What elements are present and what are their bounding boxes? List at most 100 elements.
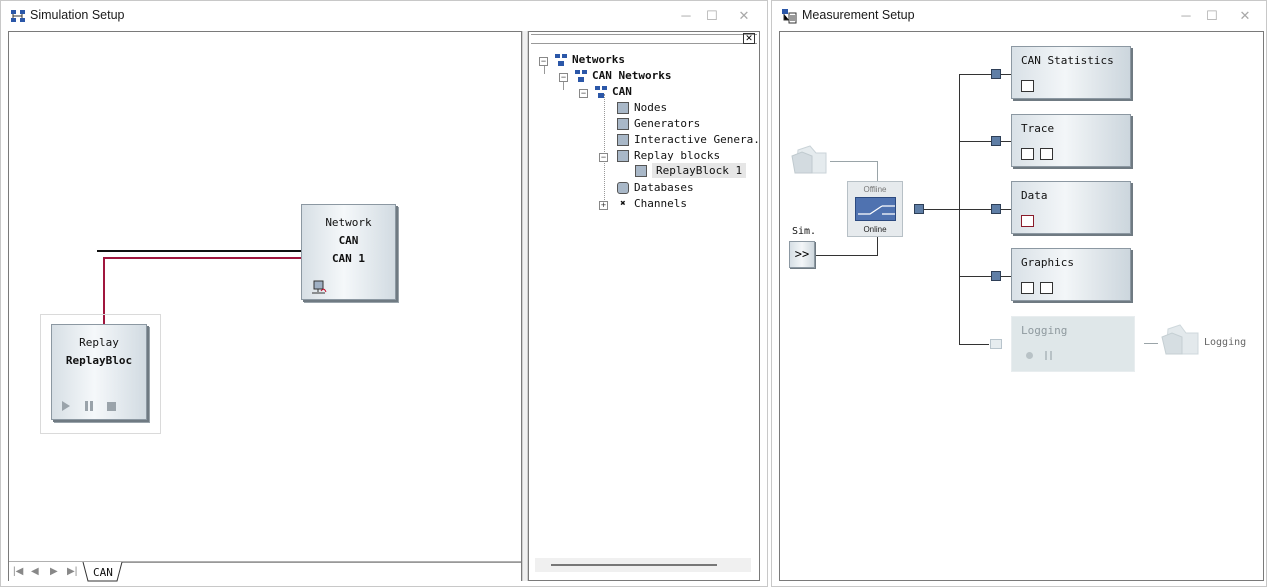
measurement-canvas[interactable]: CAN Statistics Trace Data Graphics Loggi… (779, 31, 1264, 581)
block-label: Logging (1021, 324, 1068, 337)
close-icon[interactable]: ✕ (1236, 7, 1254, 25)
interactive-generator-icon (617, 134, 629, 146)
tree-label: Generators (634, 117, 701, 130)
folder-icon (791, 145, 827, 174)
tree-item-generators[interactable]: Generators (617, 117, 700, 130)
tree-item-can-networks[interactable]: CAN Networks (575, 69, 671, 82)
tree-item-replay-blocks[interactable]: Replay blocks (617, 149, 720, 162)
minimize-icon[interactable]: ─ (677, 7, 695, 25)
play-icon[interactable] (62, 401, 70, 411)
filter-icon (1040, 148, 1053, 160)
sim-label: Sim. (792, 226, 817, 237)
sim-connector-v (877, 237, 878, 256)
logging-block[interactable]: Logging (1011, 316, 1135, 372)
trace-block[interactable]: Trace (1011, 114, 1131, 167)
record-icon[interactable] (1026, 352, 1033, 359)
channels-icon: ✖ (620, 199, 626, 209)
port-can-statistics[interactable] (991, 69, 1001, 79)
tree-item-channels[interactable]: ✖ Channels (617, 197, 687, 210)
branch-line (959, 276, 1011, 277)
node-icon (312, 280, 327, 294)
switch-offline-label: Offline (863, 185, 887, 194)
replay-block-label: Replay (79, 336, 119, 349)
port-trace[interactable] (991, 136, 1001, 146)
tree-label: Databases (634, 181, 694, 194)
window-title: Simulation Setup (30, 8, 125, 22)
network-icon (575, 70, 587, 82)
port-logging-disabled[interactable] (990, 339, 1002, 349)
tree-item-interactive-generators[interactable]: Interactive Genera. (617, 133, 760, 146)
replay-icon (617, 150, 629, 162)
network-block[interactable]: Network CAN CAN 1 (301, 204, 396, 300)
port-switch-out[interactable] (914, 204, 924, 214)
network-icon (595, 86, 607, 98)
graphics-icon (1021, 282, 1034, 294)
data-window-icon (1021, 215, 1034, 227)
branch-line (959, 209, 1011, 210)
tree-collapse-replay-blocks[interactable]: − (599, 153, 608, 162)
prev-sheet-icon[interactable]: ◀ (31, 566, 39, 577)
measurement-titlebar[interactable]: Measurement Setup ─ ☐ ✕ (772, 1, 1266, 31)
scrollbar-thumb[interactable] (551, 564, 717, 566)
minimize-icon[interactable]: ─ (1177, 7, 1195, 25)
branch-line (959, 344, 989, 345)
graphics-block[interactable]: Graphics (1011, 248, 1131, 301)
tree-collapse-can[interactable]: − (579, 89, 588, 98)
network-tree-panel: ✕ − Networks − CAN Networks − CAN Nodes … (528, 31, 760, 581)
replay-block[interactable]: Replay ReplayBloc (51, 324, 147, 420)
tree-label: ReplayBlock 1 (652, 163, 747, 178)
first-sheet-icon[interactable]: |◀ (13, 566, 23, 577)
tree-label: Nodes (634, 101, 668, 114)
measurement-setup-icon (782, 9, 797, 24)
can-bus-line[interactable] (97, 250, 301, 252)
tree-item-databases[interactable]: Databases (617, 181, 694, 194)
block-label: Graphics (1021, 256, 1074, 269)
source-connector-v (877, 161, 878, 181)
port-data[interactable] (991, 204, 1001, 214)
next-sheet-icon[interactable]: ▶ (50, 566, 58, 577)
data-block[interactable]: Data (1011, 181, 1131, 234)
tree-label: CAN Networks (592, 69, 672, 82)
tree-item-replayblock-1[interactable]: ReplayBlock 1 (635, 163, 747, 178)
replay-connection-h[interactable] (103, 257, 301, 259)
close-icon[interactable]: ✕ (735, 7, 753, 25)
sheet-tab-can[interactable]: CAN (93, 566, 113, 579)
network-block-name: CAN 1 (331, 252, 366, 265)
logging-arrow (1144, 343, 1158, 344)
tree-label: Channels (634, 197, 687, 210)
tree-expand-channels[interactable]: + (599, 201, 608, 210)
folder-icon (1161, 324, 1199, 355)
sim-connector (816, 255, 878, 256)
pause-icon[interactable] (1045, 351, 1052, 360)
stop-icon[interactable] (107, 402, 116, 411)
simulation-canvas[interactable]: Network CAN CAN 1 Replay ReplayBloc |◀ ◀… (8, 31, 522, 582)
tree-item-networks[interactable]: Networks (555, 53, 625, 66)
tree-horizontal-scrollbar[interactable] (535, 558, 751, 572)
source-connector (830, 161, 878, 162)
last-sheet-icon[interactable]: ▶| (67, 566, 77, 577)
tree-close-icon[interactable]: ✕ (743, 33, 755, 44)
network-block-bus: CAN (338, 234, 359, 247)
filter-icon (1040, 282, 1053, 294)
maximize-icon[interactable]: ☐ (1203, 7, 1221, 25)
can-statistics-block[interactable]: CAN Statistics (1011, 46, 1131, 99)
tree-label: Networks (572, 53, 625, 66)
generator-icon (617, 118, 629, 130)
online-offline-switch[interactable]: Offline Online (847, 181, 903, 237)
switch-icon[interactable] (855, 197, 896, 221)
tree-label: Interactive Genera. (634, 133, 760, 146)
sheet-tab-bar: |◀ ◀ ▶ ▶| CAN (9, 561, 521, 582)
port-graphics[interactable] (991, 271, 1001, 281)
tree-collapse-can-networks[interactable]: − (559, 73, 568, 82)
sim-button[interactable]: >> (789, 241, 815, 268)
tree-item-can[interactable]: CAN (595, 85, 632, 98)
tree-item-nodes[interactable]: Nodes (617, 101, 667, 114)
measurement-setup-window: Measurement Setup ─ ☐ ✕ CAN Statistics T… (771, 0, 1267, 587)
branch-line (959, 141, 1011, 142)
tree-panel-header (531, 34, 757, 44)
maximize-icon[interactable]: ☐ (703, 7, 721, 25)
simulation-titlebar[interactable]: Simulation Setup ─ ☐ ✕ (1, 1, 767, 31)
branch-line (959, 74, 1011, 75)
pause-icon[interactable] (85, 401, 93, 411)
tree-collapse-networks[interactable]: − (539, 57, 548, 66)
